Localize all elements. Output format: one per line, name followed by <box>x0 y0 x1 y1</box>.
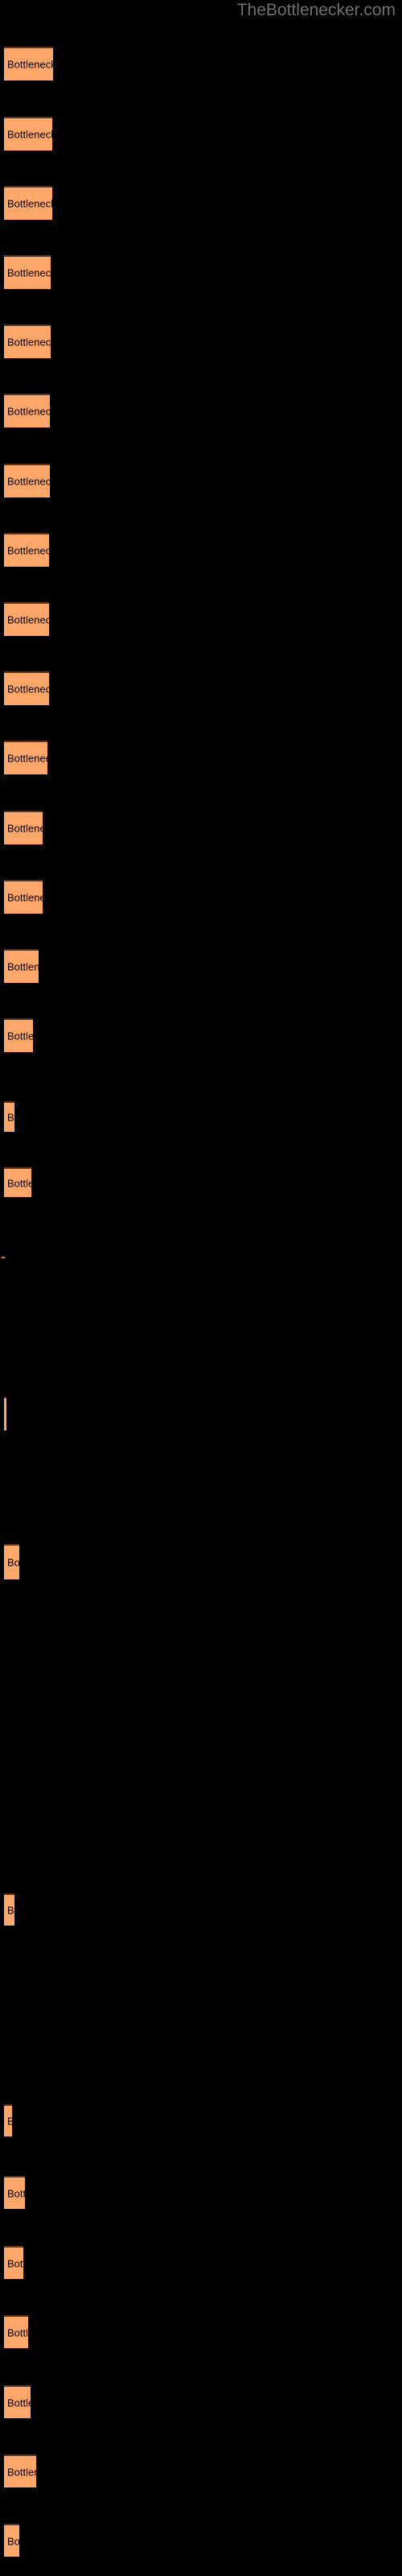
bar-label: Bottleneck result <box>7 2257 85 2269</box>
bar[interactable]: Bottleneck result <box>4 47 84 80</box>
bar-label: Bottleneck result <box>7 683 85 696</box>
bar[interactable]: Bottleneck result <box>4 880 84 914</box>
bar[interactable]: Bottleneck result <box>4 2246 84 2279</box>
bar[interactable]: Bottleneck result <box>4 2176 84 2209</box>
site-watermark: TheBottlenecker.com <box>236 1 396 19</box>
bar[interactable]: Bottleneck result <box>4 602 84 636</box>
bar-label: Bottleneck result <box>7 2466 85 2478</box>
bar[interactable]: Bottleneck result <box>4 2454 84 2487</box>
bar-label: Bottleneck result <box>7 1030 85 1042</box>
bar-label: Bottleneck result <box>7 336 85 349</box>
bar-label: Bottleneck result <box>7 197 85 210</box>
bar-label: Bottleneck result <box>7 1904 85 1917</box>
bar[interactable]: Bottleneck result <box>4 1167 84 1197</box>
bar-chart-root: Bottleneck result Bottleneck result Bottle… <box>0 0 402 2576</box>
bar-label: Bottleneck result <box>7 891 85 904</box>
bar[interactable]: Bottleneck result <box>4 117 84 151</box>
bar[interactable]: Bottleneck result <box>4 2104 84 2136</box>
bar-label: Bottleneck result <box>7 405 85 418</box>
bar[interactable]: Bottleneck result <box>4 464 84 497</box>
bar-label: Bottleneck result <box>7 613 85 626</box>
bar[interactable]: Bottleneck result <box>4 741 84 774</box>
bar[interactable]: Bottleneck result <box>4 533 84 567</box>
bar[interactable]: Bottleneck result <box>4 671 84 705</box>
bar[interactable]: Bottleneck result <box>4 1893 84 1926</box>
bar-label: Bottleneck result <box>7 2326 85 2339</box>
bar-label: Bottleneck result <box>7 960 85 973</box>
bar-label: Bottleneck result <box>7 475 85 488</box>
bar[interactable]: Bottleneck result <box>4 949 84 983</box>
bar-label: Bottleneck result <box>7 2535 85 2547</box>
bar-label: Bottleneck result <box>7 128 85 141</box>
bar-label: Bottleneck result <box>7 1556 85 1569</box>
bar-label: Bottleneck result <box>7 544 85 557</box>
bar[interactable]: Bottleneck result <box>4 255 84 289</box>
bar[interactable]: Bottleneck result <box>4 324 84 358</box>
bar[interactable] <box>4 1397 6 1430</box>
bar-label: Bottleneck result <box>7 2115 85 2128</box>
bar[interactable]: Bottleneck result <box>4 1544 84 1579</box>
bar-label: Bottleneck result <box>5 1252 83 1264</box>
plot-clip-region: Bottleneck result Bottleneck result Bottle… <box>0 0 402 2576</box>
bar[interactable]: Bottleneck result <box>4 186 84 220</box>
bar-label: Bottleneck result <box>7 822 85 835</box>
bar-label: Bottleneck result <box>7 1111 85 1124</box>
bar-label: Bottleneck result <box>7 1177 85 1189</box>
bar-label: Bottleneck result <box>7 2187 85 2199</box>
bar-label: Bottleneck result <box>7 58 85 71</box>
bar-label: Bottleneck result <box>7 752 85 765</box>
plot-area: Bottleneck result Bottleneck result Bottle… <box>0 0 402 2576</box>
bar[interactable]: Bottleneck result <box>2 1252 82 1264</box>
bar-label: Bottleneck result <box>7 266 85 279</box>
bar[interactable]: Bottleneck result <box>4 394 84 427</box>
bar[interactable]: Bottleneck result <box>4 2385 84 2418</box>
bar[interactable]: Bottleneck result <box>4 2524 84 2557</box>
bar[interactable]: Bottleneck result <box>4 2315 84 2348</box>
bar[interactable]: Bottleneck result <box>4 811 84 844</box>
bar[interactable]: Bottleneck result <box>4 1101 84 1132</box>
bar[interactable]: Bottleneck result <box>4 1018 84 1052</box>
bar-label: Bottleneck result <box>7 2396 85 2409</box>
